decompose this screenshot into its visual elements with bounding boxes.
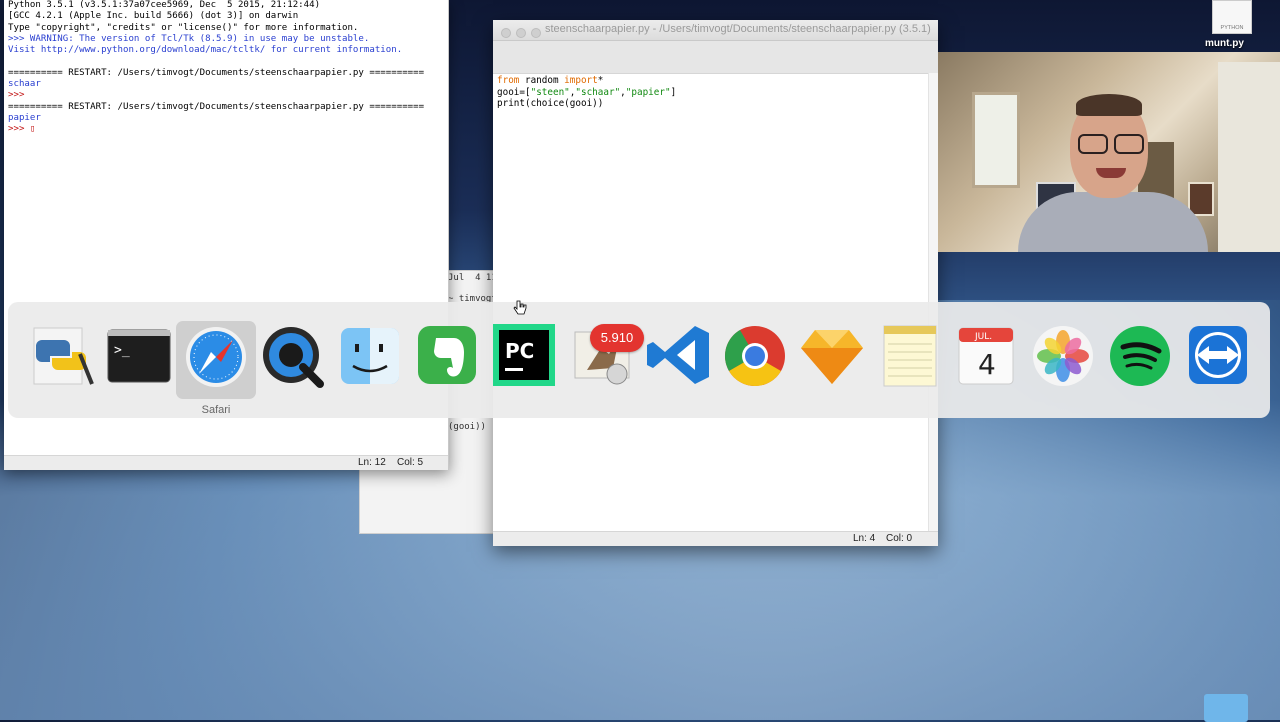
evernote-app-icon[interactable] [412,320,482,390]
shell-col-indicator: Col: 5 [397,457,424,468]
chrome-app-icon[interactable] [720,320,790,390]
shell-line: schaar [8,79,41,90]
code-token: * [597,75,604,86]
cam-person-body [1018,192,1208,252]
desktop-file-label[interactable]: munt.py [1205,38,1244,49]
hand-cursor-icon [513,300,527,315]
bg-code-text: (gooi)) [448,422,486,432]
close-button[interactable] [501,28,511,38]
mail-unread-badge: 5.910 [590,324,644,352]
folder-icon[interactable] [1204,694,1248,722]
code-token: import [564,75,598,86]
webcam-overlay [938,52,1280,252]
finder-app-icon[interactable] [335,320,405,390]
code-token: gooi=[ [497,86,531,98]
file-type-label: PYTHON [1220,25,1244,31]
calendar-month: JUL. [974,332,992,342]
zoom-button[interactable] [531,28,541,38]
terminal-prompt-icon: >_ [114,343,130,358]
code-token: "steen" [530,86,570,98]
terminal-app-icon[interactable]: >_ [104,320,174,390]
minimize-button[interactable] [516,28,526,38]
bg-date-text: Jul 4 11 [448,273,497,283]
code-line: gooi=["steen","schaar","papier"] [497,87,676,99]
shell-line: >>> ▯ [8,124,36,135]
code-token: "papier" [625,86,671,98]
shell-line-indicator: Ln: 12 [358,457,386,468]
calendar-app-icon[interactable]: JUL. 4 [951,320,1021,390]
shell-line: Python 3.5.1 (v3.5.1:37a07cee5969, Dec 5… [8,0,321,10]
vscode-app-icon[interactable] [643,320,713,390]
safari-app-icon[interactable] [181,320,251,390]
shell-line: Type "copyright", "credits" or "license(… [8,22,359,33]
cam-person-hair [1076,94,1142,116]
python-file-icon[interactable]: PYTHON [1212,0,1252,34]
spotify-app-icon[interactable] [1105,320,1175,390]
code-token: print [497,98,525,110]
pycharm-app-icon[interactable]: PC [489,320,559,390]
code-area[interactable]: from random import* gooi=["steen","schaar… [497,75,676,110]
shell-line: papier [8,112,41,123]
editor-line-indicator: Ln: 4 [853,533,876,544]
code-line: from random import* [497,75,676,87]
app-switcher[interactable]: >_ Safari PC 5.910 JUL. 4 [8,302,1270,418]
code-token: from [497,75,520,86]
pycharm-logo-text: PC [505,339,534,363]
editor-toolstrip [493,41,938,74]
code-token: (choice(gooi)) [525,98,604,110]
shell-line: [GCC 4.2.1 (Apple Inc. build 5666) (dot … [8,11,299,22]
teamviewer-app-icon[interactable] [1183,320,1253,390]
cam-window [972,92,1020,188]
code-token: ] [670,86,677,98]
editor-title: steenschaarpapier.py - /Users/timvogt/Do… [545,23,931,35]
shell-line: ========== RESTART: /Users/timvogt/Docum… [8,67,425,78]
code-line: print(choice(gooi)) [497,98,676,110]
notes-app-icon[interactable] [874,320,944,390]
shell-statusbar: Ln: 12 Col: 5 [4,455,448,470]
window-controls [501,25,546,43]
cam-person-glasses [1078,134,1144,154]
idle-editor-window[interactable]: steenschaarpapier.py - /Users/timvogt/Do… [493,20,938,546]
calendar-day: 4 [978,348,996,381]
shell-line: Visit http://www.python.org/download/mac… [8,45,403,56]
shell-line: >>> WARNING: The version of Tcl/Tk (8.5.… [8,33,370,44]
sketch-app-icon[interactable] [797,320,867,390]
shell-output[interactable]: Python 3.5.1 (v3.5.1:37a07cee5969, Dec 5… [8,0,444,136]
photos-app-icon[interactable] [1028,320,1098,390]
code-token: random [519,75,565,86]
code-token: "schaar" [575,86,621,98]
selected-app-label: Safari [201,404,231,416]
cam-wall [1218,62,1280,252]
editor-col-indicator: Col: 0 [886,533,913,544]
shell-line: >>> [8,90,25,101]
python-idle-app-icon[interactable] [26,320,96,390]
editor-statusbar: Ln: 4 Col: 0 [493,531,938,546]
shell-line: ========== RESTART: /Users/timvogt/Docum… [8,101,425,112]
editor-titlebar[interactable]: steenschaarpapier.py - /Users/timvogt/Do… [493,20,938,41]
quicktime-app-icon[interactable] [258,320,328,390]
